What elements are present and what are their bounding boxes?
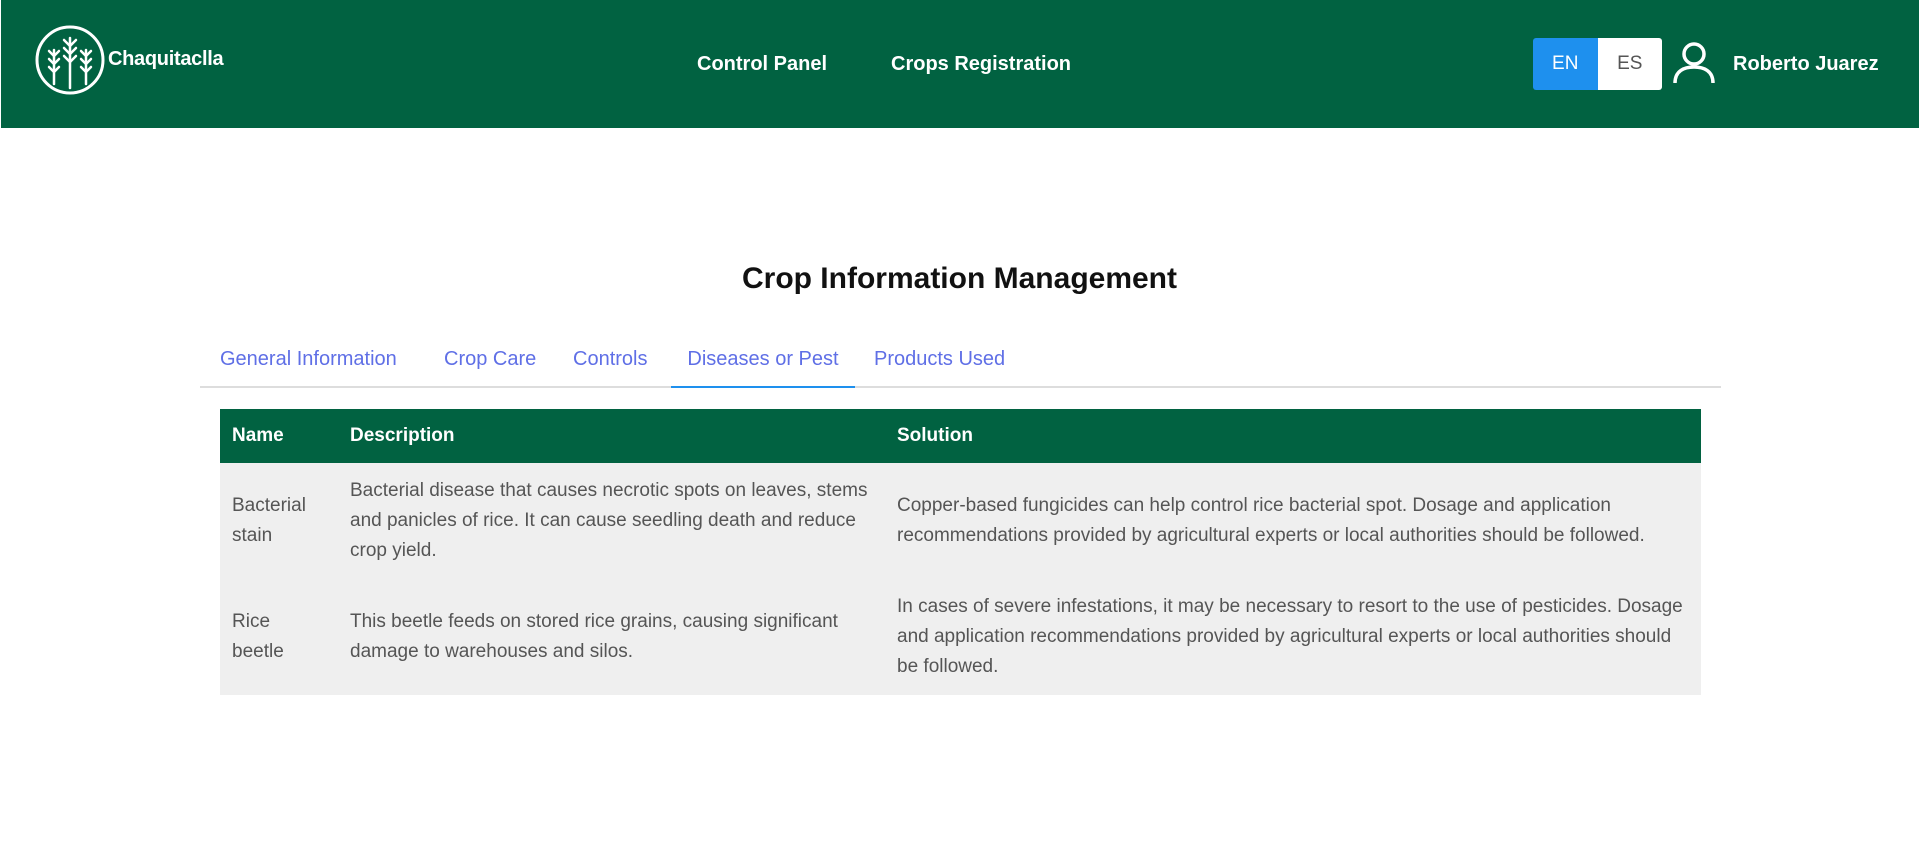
row-name-cell: Rice beetle bbox=[232, 611, 284, 662]
user-name[interactable]: Roberto Juarez bbox=[1733, 53, 1879, 76]
tab-crop-care[interactable]: Crop Care bbox=[444, 336, 536, 388]
diseases-table: Name Description Solution Bacterial stai… bbox=[220, 409, 1701, 695]
row-solution-cell: In cases of severe infestations, it may … bbox=[897, 596, 1683, 677]
brand-name[interactable]: Chaquitaclla bbox=[108, 48, 224, 71]
table-row: Rice beetle This beetle feeds on stored … bbox=[220, 579, 1701, 695]
tab-diseases-or-pest[interactable]: Diseases or Pest bbox=[671, 336, 855, 388]
row-description-cell: This beetle feeds on stored rice grains,… bbox=[350, 611, 838, 662]
column-header-name: Name bbox=[232, 425, 284, 446]
page-title: Crop Information Management bbox=[741, 262, 1177, 295]
language-switcher: EN ES bbox=[1533, 38, 1662, 90]
wheat-logo-icon[interactable] bbox=[34, 24, 106, 96]
tab-controls[interactable]: Controls bbox=[573, 336, 647, 388]
tab-products-used[interactable]: Products Used bbox=[874, 336, 1005, 388]
nav-crops-registration[interactable]: Crops Registration bbox=[891, 53, 1071, 76]
user-icon[interactable] bbox=[1672, 41, 1716, 85]
language-es-button[interactable]: ES bbox=[1597, 38, 1662, 90]
row-name-cell: Bacterial stain bbox=[232, 495, 306, 546]
column-header-solution: Solution bbox=[897, 425, 973, 446]
nav-control-panel[interactable]: Control Panel bbox=[697, 53, 827, 76]
diseases-table-container: Name Description Solution Bacterial stai… bbox=[220, 409, 1701, 695]
row-description-cell: Bacterial disease that causes necrotic s… bbox=[350, 480, 868, 561]
language-en-button[interactable]: EN bbox=[1533, 38, 1598, 90]
table-header-row: Name Description Solution bbox=[220, 409, 1701, 463]
row-solution-cell: Copper-based fungicides can help control… bbox=[897, 495, 1645, 546]
top-navbar: Chaquitaclla Control Panel Crops Registr… bbox=[1, 0, 1919, 128]
tab-general-information[interactable]: General Information bbox=[220, 336, 397, 388]
table-row: Bacterial stain Bacterial disease that c… bbox=[220, 463, 1701, 579]
tab-bar: General Information Crop Care Controls D… bbox=[200, 336, 1721, 388]
column-header-description: Description bbox=[350, 425, 455, 446]
